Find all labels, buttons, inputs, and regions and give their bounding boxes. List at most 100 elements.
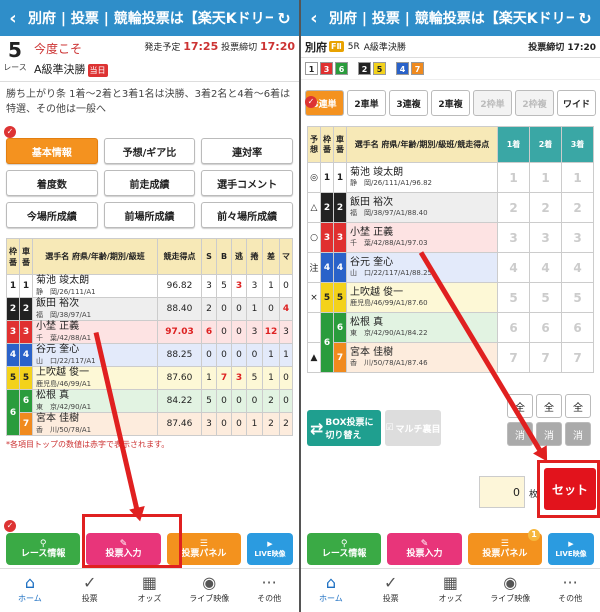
pick-checkbox[interactable]: 5 (529, 282, 562, 313)
vote-icon: ✓ (82, 573, 97, 592)
live-icon: ◉ (202, 573, 217, 592)
cell-b: 0 (216, 389, 232, 413)
table-row: 2 2 飯田 裕次福 岡/38/97/A1 88.40 2 0 0 1 0 4 (6, 297, 293, 321)
nav-vote[interactable]: ✓ 投票 (361, 569, 421, 612)
race-info-button[interactable]: ⚲ レース情報 (6, 533, 81, 565)
cell-car: 7 (333, 342, 347, 373)
table-row: 7 宮本 佳樹香 川/50/78/A1 87.46 3 0 0 1 2 2 (6, 412, 293, 436)
list-icon: ☰ (500, 539, 509, 549)
cell-frame: 1 (320, 162, 334, 193)
cell-makuri: 1 (246, 412, 263, 436)
pick-checkbox[interactable]: 3 (497, 222, 530, 253)
cell-s: 3 (201, 412, 217, 436)
pick-checkbox[interactable]: 2 (529, 192, 562, 223)
table-row: △ 2 2 飯田 裕次福 岡/38/97/A1/88.40 2 2 2 (307, 192, 594, 223)
live-video-button[interactable]: ▶ LIVE映像 (246, 533, 293, 565)
nav-live[interactable]: ◉ ライブ映像 (179, 569, 239, 612)
bet-input-button[interactable]: ✎ 投票入力 (387, 533, 462, 565)
bicycle-icon: ⚲ (39, 539, 47, 549)
pick-checkbox[interactable]: 6 (561, 312, 594, 343)
cell-mark: 0 (279, 366, 293, 390)
cell-frame: 3 (6, 320, 20, 344)
cell-frame: 1 (6, 274, 20, 298)
nav-live[interactable]: ◉ ライブ映像 (480, 569, 540, 612)
pick-checkbox[interactable]: 3 (561, 222, 594, 253)
cell-frame: 2 (320, 192, 334, 223)
pick-checkbox[interactable]: 7 (529, 342, 562, 373)
table-row: 1 1 菊池 竣太朗静 岡/26/111/A1 96.82 3 5 3 3 1 0 (6, 274, 293, 298)
tab-current-venue[interactable]: 今場所成績 (6, 202, 98, 228)
pick-checkbox[interactable]: 2 (561, 192, 594, 223)
box-bet-toggle-button[interactable]: ⇄ BOX投票に切り替え (307, 410, 381, 446)
select-all-3rd[interactable]: 全 (565, 394, 591, 418)
line-car-box: 5 (373, 62, 386, 75)
cell-name: 宮本 佳樹香 川/50/78/A1 (32, 412, 158, 436)
ticket-count-input[interactable]: 0 (479, 476, 525, 508)
cell-score: 87.46 (157, 412, 202, 436)
tab-finishes[interactable]: 着度数 (6, 170, 98, 196)
bet-type-tab[interactable]: 2車複 (431, 90, 470, 116)
pick-checkbox[interactable]: 2 (497, 192, 530, 223)
cell-name: 飯田 裕次福 岡/38/97/A1 (32, 297, 158, 321)
live-icon: ◉ (503, 573, 518, 592)
nav-home[interactable]: ⌂ ホーム (0, 569, 60, 612)
clear-3rd[interactable]: 消 (565, 422, 591, 446)
table-row: ▲ 7 宮本 佳樹香 川/50/78/A1/87.46 7 7 7 (307, 342, 594, 373)
pick-checkbox[interactable]: 6 (529, 312, 562, 343)
back-chevron-icon[interactable]: ‹ (4, 8, 22, 29)
multi-reverse-button[interactable]: ☑ マルチ裏目 (385, 410, 441, 446)
pick-checkbox[interactable]: 7 (497, 342, 530, 373)
cell-b: 0 (216, 297, 232, 321)
list-icon: ☰ (199, 539, 208, 549)
cell-car: 5 (333, 282, 347, 313)
pick-checkbox[interactable]: 7 (561, 342, 594, 373)
nav-more[interactable]: ··· その他 (540, 569, 600, 612)
nav-more[interactable]: ··· その他 (239, 569, 299, 612)
race-info-button[interactable]: ⚲ レース情報 (307, 533, 382, 565)
bet-type-tab[interactable]: 2枠単 (473, 90, 512, 116)
nav-odds[interactable]: ▦ オッズ (120, 569, 180, 612)
tab-two-venues-ago[interactable]: 前々場所成績 (201, 202, 293, 228)
pick-checkbox[interactable]: 1 (497, 162, 530, 193)
tab-prediction[interactable]: 予想/ギア比 (103, 138, 196, 164)
pick-checkbox[interactable]: 5 (561, 282, 594, 313)
riders-table: 枠番 車番 選手名 府県/年齢/期別/級班 競走得点 S B 逃 捲 差 マ 1… (6, 238, 293, 436)
cell-car: 6 (333, 312, 347, 343)
tab-rider-comments[interactable]: 選手コメント (201, 170, 293, 196)
line-prediction: 1362547 (301, 58, 600, 80)
bet-type-tab[interactable]: 3連複 (389, 90, 428, 116)
refresh-icon[interactable]: ↻ (574, 9, 596, 28)
tab-win-rate[interactable]: 連対率 (201, 138, 293, 164)
pick-checkbox[interactable]: 6 (497, 312, 530, 343)
bet-panel-button[interactable]: ☰ 投票パネル 1 (467, 529, 542, 565)
pick-checkbox[interactable]: 3 (529, 222, 562, 253)
pick-checkbox[interactable]: 1 (529, 162, 562, 193)
pick-checkbox[interactable]: 1 (561, 162, 594, 193)
bicycle-icon: ⚲ (340, 539, 348, 549)
pick-checkbox[interactable]: 5 (497, 282, 530, 313)
select-all-2nd[interactable]: 全 (536, 394, 562, 418)
cell-sashi: 0 (262, 297, 280, 321)
refresh-icon[interactable]: ↻ (273, 9, 295, 28)
line-car-box: 3 (320, 62, 333, 75)
bet-type-tab[interactable]: 2車単 (347, 90, 386, 116)
pick-checkbox[interactable]: 4 (561, 252, 594, 283)
cell-makuri: 0 (246, 389, 263, 413)
tab-previous-venue[interactable]: 前場所成績 (103, 202, 196, 228)
tab-previous-results[interactable]: 前走成績 (103, 170, 196, 196)
live-video-button[interactable]: ▶ LIVE映像 (547, 533, 594, 565)
nav-home[interactable]: ⌂ ホーム (301, 569, 361, 612)
back-chevron-icon[interactable]: ‹ (305, 8, 323, 29)
pick-checkbox[interactable]: 4 (497, 252, 530, 283)
cell-car: 6 (19, 389, 33, 413)
tab-basic-info[interactable]: 基本情報 (6, 138, 98, 164)
bet-type-tab[interactable]: ワイド (557, 90, 596, 116)
left-screen: ‹ 別府 | 投票 | 競輪投票は【楽天Kドリー… ↻ 5 レース 今度こそ A級… (0, 0, 299, 612)
pick-checkbox[interactable]: 4 (529, 252, 562, 283)
clear-2nd[interactable]: 消 (536, 422, 562, 446)
nav-vote[interactable]: ✓ 投票 (60, 569, 120, 612)
bet-type-tab[interactable]: 2枠複 (515, 90, 554, 116)
nav-odds[interactable]: ▦ オッズ (421, 569, 481, 612)
cell-mark: △ (307, 192, 321, 223)
race-conditions: 勝ち上がり条 1着〜2着と3着1名は決勝、3着2名と4着〜6着は特選、その他は一… (6, 89, 291, 115)
